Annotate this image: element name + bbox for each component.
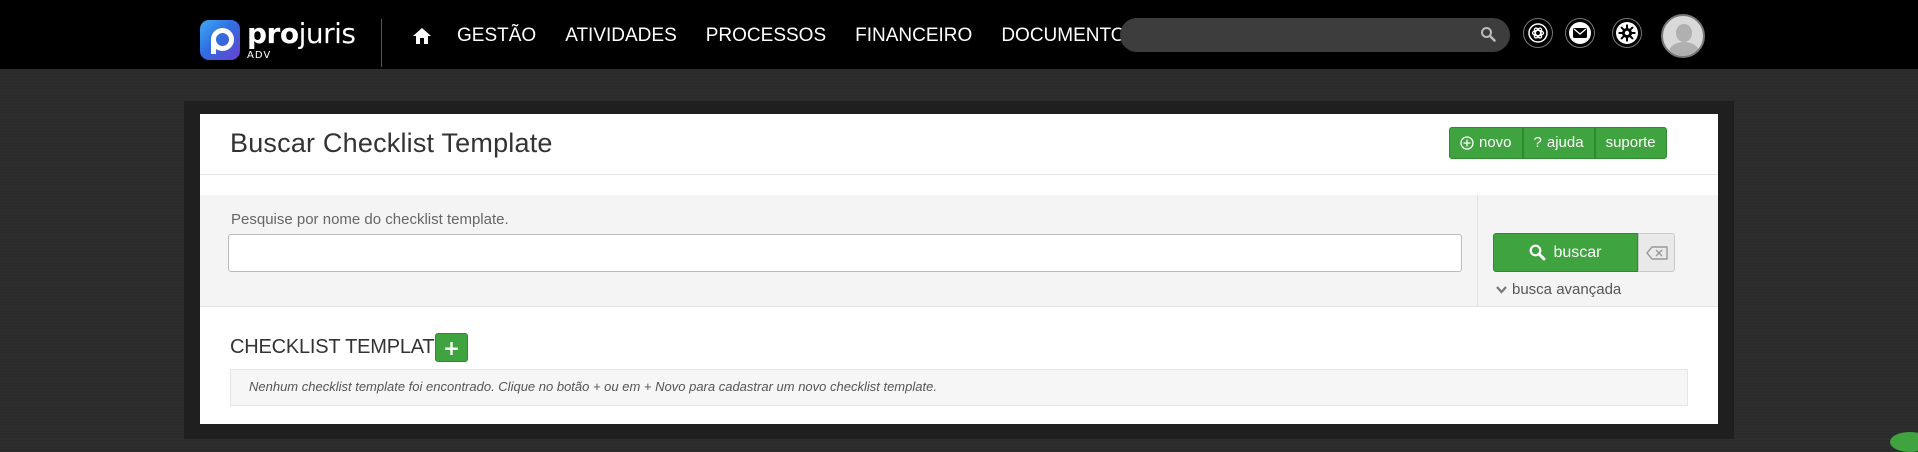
avatar-head: [1676, 24, 1692, 42]
nav-documentos[interactable]: DOCUMENTOS: [1001, 23, 1138, 49]
novo-button[interactable]: novo: [1449, 127, 1523, 159]
mail-icon: [1573, 28, 1587, 38]
header-actions: novo ? ajuda suporte: [1449, 127, 1667, 159]
search-icon[interactable]: [1480, 26, 1496, 42]
settings-button[interactable]: [1612, 18, 1642, 48]
search-field-area: Pesquise por nome do checklist template.: [200, 195, 1478, 306]
plus-icon: +: [443, 335, 460, 360]
messages-icon-bg: [1569, 22, 1591, 44]
plus-circle-icon: [1460, 136, 1474, 150]
global-search-input[interactable]: [1132, 18, 1476, 54]
openai-button[interactable]: [1523, 18, 1553, 48]
suporte-label: suporte: [1605, 134, 1656, 151]
clear-search-button[interactable]: [1638, 233, 1675, 272]
logo-name-light: juris: [298, 16, 356, 50]
logo-name: projuris: [247, 16, 356, 50]
home-icon[interactable]: [412, 26, 432, 46]
advanced-search-label: busca avançada: [1512, 281, 1622, 298]
section-title: CHECKLIST TEMPLATE: [230, 336, 448, 358]
settings-icon-bg: [1616, 22, 1638, 44]
ajuda-label: ajuda: [1546, 134, 1584, 151]
nav-divider: [381, 19, 382, 67]
suporte-button[interactable]: suporte: [1594, 127, 1667, 159]
question-icon: ?: [1533, 134, 1542, 151]
top-navbar: projuris ADV GESTÃO ATIVIDADES PROCESSOS…: [0, 0, 1918, 69]
page-title: Buscar Checklist Template: [230, 128, 553, 158]
search-panel: Pesquise por nome do checklist template.…: [200, 195, 1718, 307]
projuris-logo-mark: [200, 20, 240, 60]
add-checklist-button[interactable]: +: [435, 333, 468, 362]
search-icon: [1530, 244, 1546, 261]
user-avatar[interactable]: [1661, 14, 1705, 58]
messages-button[interactable]: [1565, 18, 1595, 48]
openai-icon: [1528, 23, 1548, 43]
checklist-search-input[interactable]: [228, 234, 1462, 272]
nav-atividades[interactable]: ATIVIDADES: [565, 23, 677, 49]
backspace-icon: [1645, 245, 1668, 260]
empty-state-message: Nenhum checklist template foi encontrado…: [230, 369, 1688, 406]
checklist-search-card: Buscar Checklist Template novo ? ajuda s…: [200, 114, 1718, 424]
nav-gestao[interactable]: GESTÃO: [457, 23, 536, 49]
nav-financeiro[interactable]: FINANCEIRO: [855, 23, 972, 49]
buscar-button[interactable]: buscar: [1493, 233, 1638, 272]
corner-widget[interactable]: [1890, 432, 1918, 452]
buscar-label: buscar: [1553, 243, 1602, 261]
gear-icon: [1618, 24, 1636, 42]
projuris-logo[interactable]: projuris ADV: [200, 19, 356, 61]
logo-name-bold: pro: [247, 16, 299, 50]
novo-label: novo: [1479, 134, 1512, 151]
main-nav: GESTÃO ATIVIDADES PROCESSOS FINANCEIRO D…: [457, 23, 1167, 49]
nav-processos[interactable]: PROCESSOS: [706, 23, 826, 49]
search-label: Pesquise por nome do checklist template.: [231, 211, 509, 228]
advanced-search-link[interactable]: busca avançada: [1496, 281, 1621, 298]
chevron-down-icon: [1496, 285, 1507, 294]
logo-text: projuris ADV: [247, 16, 356, 61]
logo-sub: ADV: [247, 49, 272, 61]
empty-state-text: Nenhum checklist template foi encontrado…: [249, 379, 937, 394]
card-header: Buscar Checklist Template novo ? ajuda s…: [200, 114, 1718, 175]
ajuda-button[interactable]: ? ajuda: [1522, 127, 1595, 159]
avatar-body: [1669, 42, 1699, 56]
global-search[interactable]: [1120, 18, 1510, 54]
